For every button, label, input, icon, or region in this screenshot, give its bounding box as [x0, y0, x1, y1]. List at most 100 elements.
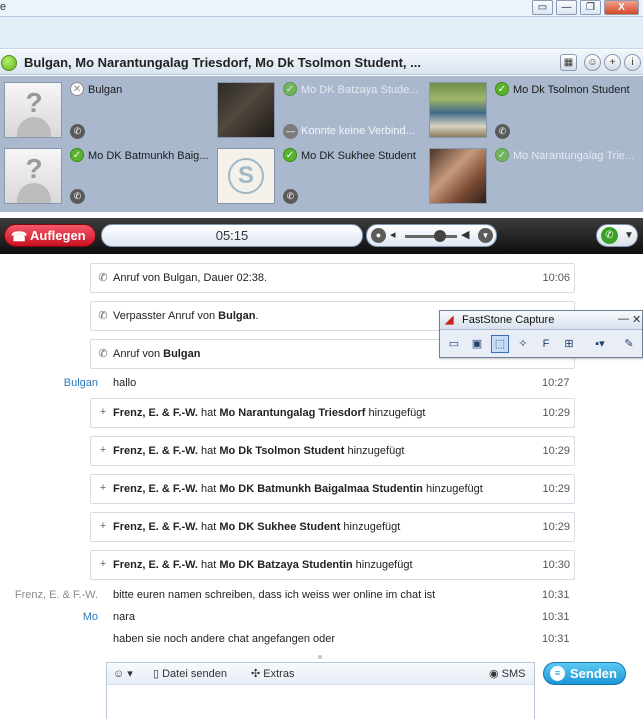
- plus-icon: +: [99, 482, 107, 494]
- faststone-title-bar[interactable]: ◢ FastStone Capture — ✕: [440, 311, 642, 330]
- event-time: 10:29: [542, 445, 570, 457]
- participant-avatar[interactable]: [217, 82, 275, 138]
- hangup-button[interactable]: ☎ Auflegen: [4, 224, 96, 247]
- event-time: 10:29: [542, 521, 570, 533]
- participant-name: Mo DK Batzaya Stude...: [301, 84, 419, 96]
- extras-button[interactable]: ✣ Extras: [251, 667, 294, 680]
- message-sender[interactable]: Frenz, E. & F.-W.: [0, 589, 98, 601]
- add-icon[interactable]: +: [604, 54, 621, 71]
- participant-avatar[interactable]: S: [217, 148, 275, 204]
- participant-avatar[interactable]: [429, 148, 487, 204]
- status-online-icon: ✓: [283, 82, 297, 96]
- phone-icon: ✆: [98, 310, 108, 322]
- chat-bubble-icon: ≡: [550, 666, 565, 681]
- microphone-icon[interactable]: ●: [371, 228, 386, 243]
- chevron-down-icon[interactable]: ▼: [478, 228, 493, 243]
- event-actor: Frenz, E. & F.-W.: [113, 521, 198, 533]
- event-text-suffix: .: [255, 310, 259, 322]
- capture-scrolling-icon[interactable]: ⊞: [560, 335, 578, 353]
- event-time: 10:29: [542, 483, 570, 495]
- participant-avatar[interactable]: ?: [4, 82, 62, 138]
- message-text: bitte euren namen schreiben, dass ich we…: [113, 589, 436, 601]
- window-title-bar: e ▭ — ❐ X: [0, 0, 643, 17]
- event-verb: hat: [197, 407, 220, 419]
- status-online-icon: ✓: [70, 148, 84, 162]
- sms-button[interactable]: ◉ SMS: [489, 667, 526, 680]
- system-event: + Frenz, E. & F.-W. hat Mo Narantungalag…: [90, 398, 575, 428]
- dial-pad-icon[interactable]: ▦: [560, 54, 577, 71]
- faststone-close-button[interactable]: ✕: [632, 313, 641, 326]
- system-event: + Frenz, E. & F.-W. hat Mo DK Batzaya St…: [90, 550, 575, 580]
- extras-label: Extras: [263, 668, 295, 680]
- event-name: Bulgan: [163, 348, 201, 360]
- participant-avatar[interactable]: [429, 82, 487, 138]
- event-verb: hat: [197, 445, 220, 457]
- conversation-title: Bulgan, Mo Narantungalag Triesdorf, Mo D…: [24, 55, 421, 70]
- input-toolbar: ☺ ▾ ▯ Datei senden ✣ Extras ◉ SMS: [107, 663, 534, 685]
- phone-icon: ✆: [70, 189, 85, 204]
- volume-slider-track[interactable]: [405, 235, 457, 238]
- message-input-area: ☺ ▾ ▯ Datei senden ✣ Extras ◉ SMS ≡ Send…: [0, 659, 643, 719]
- save-options-icon[interactable]: ▪▾: [588, 335, 612, 353]
- event-text-suffix: hinzugefügt: [340, 521, 401, 533]
- restore-icon[interactable]: ▭: [532, 0, 553, 15]
- faststone-capture-window: ◢ FastStone Capture — ✕ ▭ ▣ ⬚ ✧ F ⊞ ▪▾ ✎: [439, 310, 643, 358]
- faststone-minimize-button[interactable]: —: [618, 313, 629, 325]
- call-options-button[interactable]: ✆ ▼: [596, 224, 638, 247]
- system-event: + Frenz, E. & F.-W. hat Mo DK Sukhee Stu…: [90, 512, 575, 542]
- message-text: hallo: [113, 377, 137, 389]
- send-file-label: Datei senden: [162, 668, 227, 680]
- minimize-button[interactable]: —: [556, 0, 577, 15]
- phone-icon: ✆: [98, 348, 108, 360]
- event-actor: Frenz, E. & F.-W.: [113, 445, 198, 457]
- info-icon[interactable]: i: [624, 54, 641, 71]
- message-time: 10:31: [542, 611, 570, 623]
- message-input[interactable]: ☺ ▾ ▯ Datei senden ✣ Extras ◉ SMS: [106, 662, 535, 719]
- capture-fullscreen-icon[interactable]: F: [537, 335, 555, 353]
- event-actor: Frenz, E. & F.-W.: [113, 407, 198, 419]
- system-event: ✆ Anruf von Bulgan, Dauer 02:38. 10:06: [90, 263, 575, 293]
- message-sender[interactable]: Mo: [0, 611, 98, 623]
- capture-region-icon[interactable]: ⬚: [491, 335, 509, 353]
- event-verb: hat: [197, 483, 220, 495]
- emoticon-button[interactable]: ☺ ▾: [113, 667, 133, 680]
- volume-control: ● ◂ ◀ ▼: [366, 224, 497, 247]
- close-button[interactable]: X: [604, 0, 639, 15]
- system-event: + Frenz, E. & F.-W. hat Mo DK Batmunkh B…: [90, 474, 575, 504]
- participant-name: Mo Dk Tsolmon Student: [513, 84, 630, 96]
- send-file-button[interactable]: ▯ Datei senden: [153, 667, 227, 680]
- sms-icon: ◉: [489, 668, 502, 680]
- file-icon: ▯: [153, 668, 163, 680]
- volume-slider-handle[interactable]: [434, 230, 446, 242]
- event-target: Mo DK Sukhee Student: [219, 521, 341, 533]
- event-verb: hat: [197, 521, 220, 533]
- message-sender[interactable]: Bulgan: [0, 377, 98, 389]
- participant-grid: ? ✕ Bulgan ✆ ✓ Mo DK Batzaya Stude... — …: [0, 76, 643, 212]
- connection-status-note: Konnte keine Verbind...: [301, 125, 415, 137]
- event-time: 10:29: [542, 407, 570, 419]
- capture-freehand-icon[interactable]: ✧: [514, 335, 532, 353]
- phone-icon: ✆: [495, 124, 510, 139]
- event-name: Bulgan: [218, 310, 256, 322]
- status-offline-icon: ✕: [70, 82, 84, 96]
- event-actor: Frenz, E. & F.-W.: [113, 559, 198, 571]
- contacts-icon[interactable]: ☺: [584, 54, 601, 71]
- maximize-button[interactable]: ❐: [580, 0, 601, 15]
- capture-window-icon[interactable]: ▭: [445, 335, 463, 353]
- event-time: 10:06: [542, 272, 570, 284]
- editor-icon[interactable]: ✎: [620, 335, 638, 353]
- participant-name: Mo Narantungalag Trie...: [513, 150, 635, 162]
- event-text-suffix: hinzugefügt: [422, 483, 483, 495]
- participant-avatar[interactable]: ?: [4, 148, 62, 204]
- capture-object-icon[interactable]: ▣: [468, 335, 486, 353]
- participant-name: Bulgan: [88, 84, 123, 96]
- event-target: Mo DK Batzaya Studentin: [219, 559, 353, 571]
- extras-icon: ✣: [251, 668, 264, 680]
- message-text: nara: [113, 611, 136, 623]
- conversation-header: Bulgan, Mo Narantungalag Triesdorf, Mo D…: [0, 50, 643, 75]
- event-text: Verpasster Anruf von: [113, 310, 219, 322]
- event-target: Mo Narantungalag Triesdorf: [219, 407, 366, 419]
- participant-name: Mo DK Batmunkh Baig...: [88, 150, 209, 162]
- send-button[interactable]: ≡ Senden: [543, 662, 626, 685]
- event-actor: Frenz, E. & F.-W.: [113, 483, 198, 495]
